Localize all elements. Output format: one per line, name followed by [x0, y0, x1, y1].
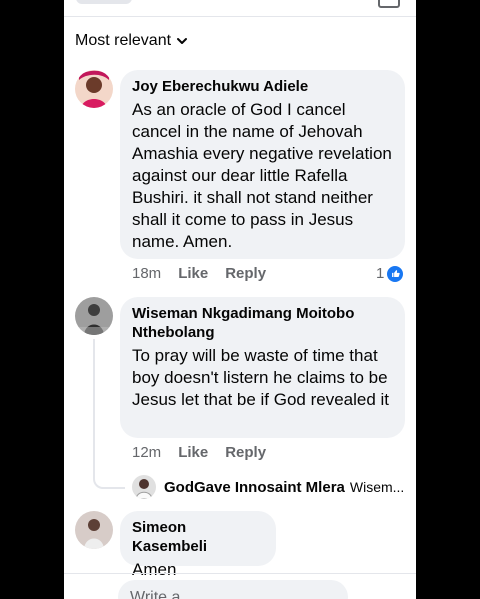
- comment-text: To pray will be waste of time that boy d…: [132, 346, 390, 409]
- reaction-count: 1: [376, 265, 385, 282]
- avatar-photo: [75, 70, 113, 108]
- comment-bubble[interactable]: Wiseman Nkgadimang Moitobo Nthebolang To…: [120, 297, 405, 438]
- comment-actions: 18m Like Reply: [132, 265, 283, 282]
- comment-author[interactable]: Joy Eberechukwu Adiele: [132, 77, 393, 96]
- comment-composer: Write a...: [64, 573, 416, 599]
- avatar-photo: [75, 511, 113, 549]
- avatar-photo: [75, 297, 113, 335]
- comment-time[interactable]: 18m: [132, 265, 161, 282]
- reply-button[interactable]: Reply: [225, 265, 266, 282]
- reply-snippet: Wisem...: [349, 479, 405, 495]
- comment-text: As an oracle of God I cancel cancel in t…: [132, 100, 392, 251]
- thread-connector: [93, 465, 125, 489]
- sort-dropdown[interactable]: Most relevant: [75, 32, 189, 50]
- reply-preview[interactable]: GodGave Innosaint Mlera Wisem...: [132, 475, 404, 499]
- comment-bubble[interactable]: Joy Eberechukwu Adiele As an oracle of G…: [120, 70, 405, 259]
- comment-input[interactable]: Write a...: [118, 580, 348, 599]
- avatar[interactable]: [75, 297, 113, 335]
- top-bar-icon[interactable]: [378, 0, 400, 8]
- avatar[interactable]: [75, 511, 113, 549]
- reply-author: GodGave Innosaint Mlera: [164, 478, 345, 496]
- comment-actions: 12m Like Reply: [132, 444, 283, 461]
- top-bar-stub: [76, 0, 132, 4]
- chevron-down-icon: [177, 38, 188, 44]
- comment-time[interactable]: 12m: [132, 444, 161, 461]
- avatar-photo: [132, 475, 156, 499]
- comment-bubble[interactable]: Simeon Kasembeli Amen: [120, 511, 276, 579]
- comment-author[interactable]: Simeon Kasembeli: [132, 518, 264, 556]
- reply-button[interactable]: Reply: [225, 444, 266, 461]
- thread-line: [93, 339, 95, 469]
- reaction-summary[interactable]: 1: [376, 265, 404, 282]
- top-bar: [64, 0, 416, 17]
- sort-label: Most relevant: [75, 32, 172, 49]
- like-button[interactable]: Like: [178, 444, 208, 461]
- avatar[interactable]: [75, 70, 113, 108]
- avatar: [132, 475, 156, 499]
- like-button[interactable]: Like: [178, 265, 208, 282]
- comments-screen: Most relevant Joy Eberechukwu Adiele As …: [64, 0, 416, 599]
- comment-author[interactable]: Wiseman Nkgadimang Moitobo Nthebolang: [132, 304, 393, 342]
- thumbs-up-icon: [387, 265, 404, 282]
